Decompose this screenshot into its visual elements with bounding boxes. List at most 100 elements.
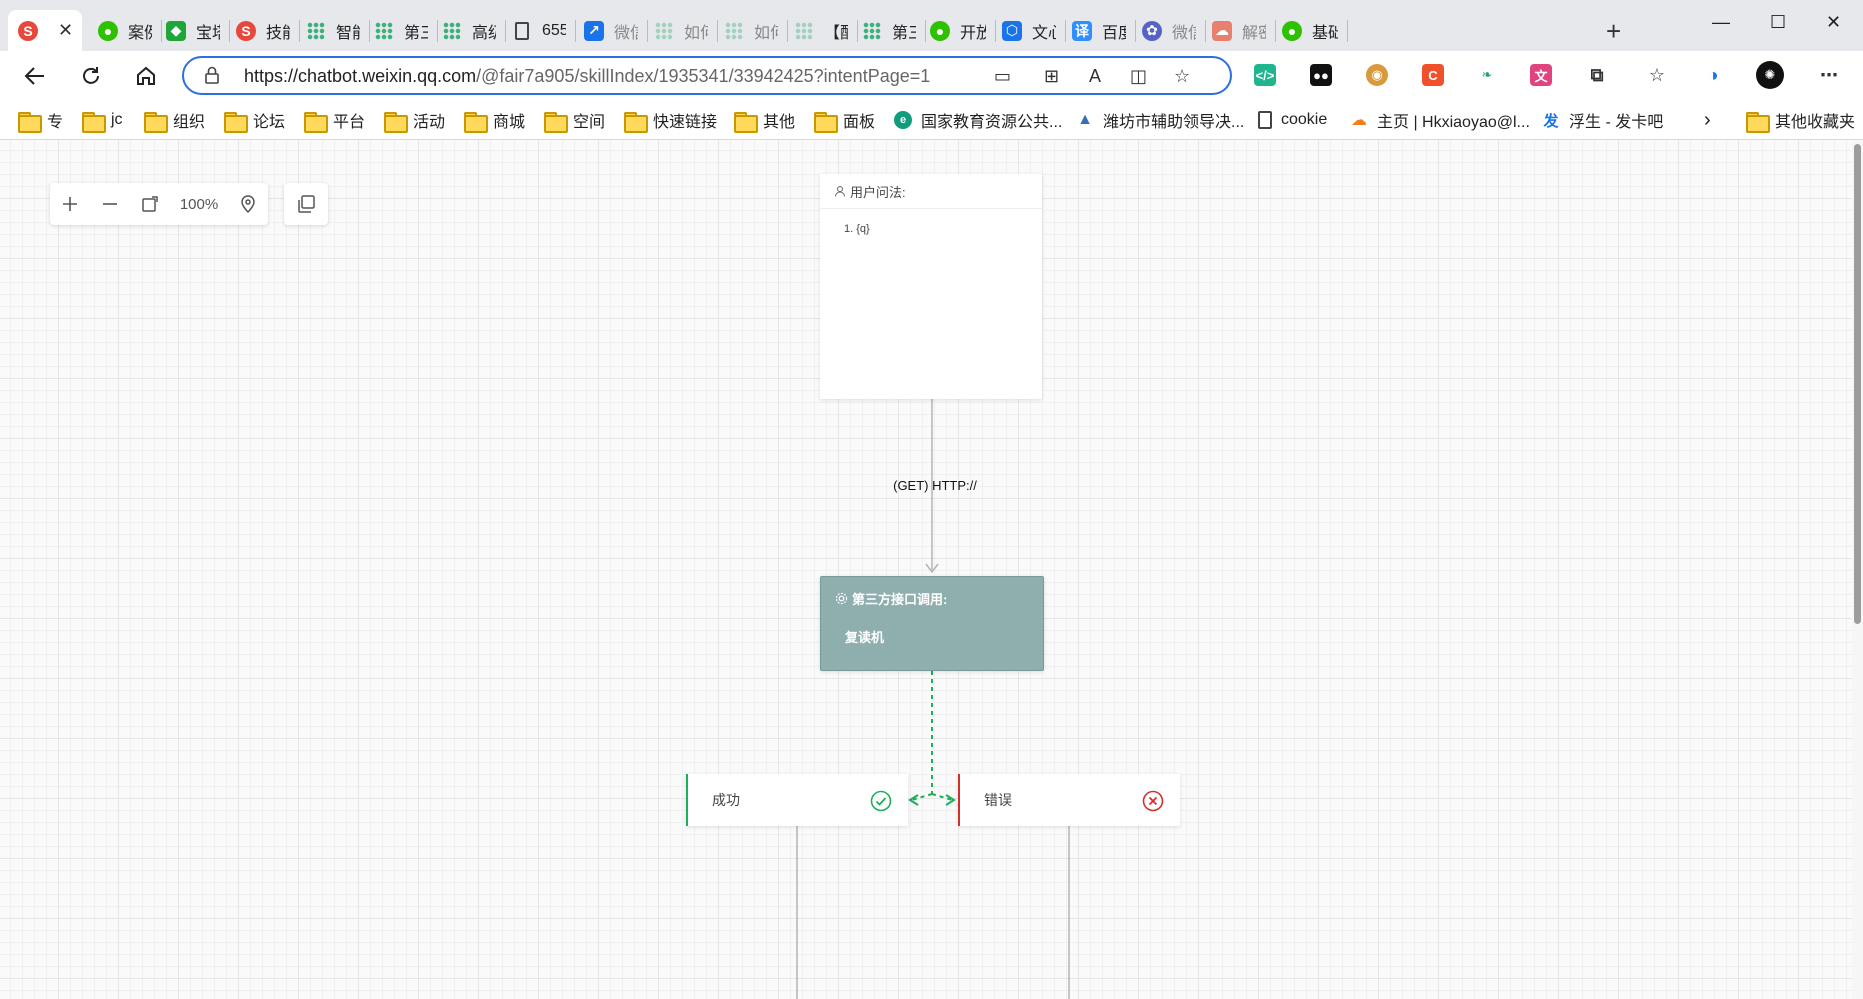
favorite-star-icon[interactable]: ☆ (1174, 66, 1190, 87)
apps-icon[interactable]: ⊞ (1044, 66, 1059, 87)
bookmark-folder[interactable]: 空间 (544, 108, 605, 133)
bookmark-site[interactable]: ▲ 潍坊市辅助领导决... (1076, 108, 1244, 132)
tab-skill[interactable]: S 技 ✕ (8, 10, 82, 51)
bookmark-site[interactable]: e 国家教育资源公共... (894, 108, 1062, 132)
back-button[interactable] (22, 63, 48, 89)
red-logo-icon: S (236, 20, 256, 41)
maximize-button[interactable]: ☐ (1770, 12, 1786, 33)
more-menu-icon[interactable]: ⋯ (1818, 64, 1840, 86)
tab-open[interactable]: ● 开放 (920, 10, 996, 51)
bookmark-folder[interactable]: 其他收藏夹 (1746, 108, 1855, 133)
weixin-icon: ● (1282, 20, 1302, 41)
bookmark-site[interactable]: 发浮生 - 发卡吧 (1542, 108, 1663, 132)
success-node[interactable]: 成功 (686, 774, 908, 826)
home-button[interactable] (133, 63, 159, 89)
question-list: 1. {q} (820, 209, 1042, 235)
avatar[interactable]: ✺ (1756, 61, 1784, 89)
fit-view-button[interactable] (130, 183, 170, 225)
tab-bt[interactable]: ◆ 宝塔 (156, 10, 230, 51)
close-tab-icon[interactable]: ✕ (58, 20, 73, 41)
tab-655m[interactable]: 655m (502, 10, 576, 51)
bookmark-folder[interactable]: 其他 (734, 108, 795, 133)
bookmarks-overflow-button[interactable]: › (1704, 108, 1711, 132)
bookmark-folder[interactable]: 快速链接 (624, 108, 718, 133)
url-text[interactable]: https://chatbot.weixin.qq.com/@fair7a905… (244, 66, 930, 87)
folder-icon (624, 112, 648, 133)
edge-collections-icon[interactable]: ◑ (1702, 64, 1724, 86)
copy-button[interactable] (284, 183, 328, 225)
close-window-button[interactable]: ✕ (1826, 12, 1841, 33)
bookmark-page[interactable]: cookie (1258, 108, 1327, 132)
bookmark-label: 主页 | Hkxiaoyao@l... (1377, 114, 1530, 131)
code-extension-icon[interactable]: </> (1254, 64, 1276, 86)
scrollbar-thumb[interactable] (1854, 144, 1861, 624)
puzzle-extensions-icon[interactable]: ⧉ (1586, 64, 1608, 86)
bookmark-folder[interactable]: jc (82, 108, 123, 133)
tab-baidu[interactable]: 译百度 (1062, 10, 1136, 51)
node-label: 成功 (712, 792, 740, 808)
flow-canvas[interactable]: 100% 用户问法: 1. {q} (GET) HTTP:// 第三方接口调用:… (0, 140, 1852, 999)
locate-button[interactable] (228, 183, 268, 225)
tab-decrypt[interactable]: ☁ 解密 (1202, 10, 1276, 51)
tab-wenxin[interactable]: ⬡ 文心 (992, 10, 1066, 51)
tab-label: 案例 (128, 24, 152, 42)
tab-smart[interactable]: 智能 (296, 10, 370, 51)
split-screen-icon[interactable]: ◫ (1130, 66, 1147, 87)
zoom-level: 100% (179, 195, 219, 213)
minimize-button[interactable]: — (1712, 12, 1730, 33)
c-extension-icon[interactable]: C (1422, 64, 1444, 86)
paw-icon: ✿ (1142, 20, 1162, 41)
zoom-in-button[interactable] (50, 183, 90, 225)
folder-icon (734, 112, 758, 133)
tab-weixin-2[interactable]: ✿ 微信 (1132, 10, 1206, 51)
tab-config[interactable]: 【配 (784, 10, 858, 51)
error-node[interactable]: 错误 (958, 774, 1180, 826)
bt-icon: ◆ (166, 20, 186, 41)
favorites-icon[interactable]: ☆ (1646, 64, 1668, 86)
bookmark-folder[interactable]: 平台 (304, 108, 365, 133)
bookmark-folder[interactable]: 组织 (144, 108, 205, 133)
address-bar[interactable]: https://chatbot.weixin.qq.com/@fair7a905… (182, 56, 1232, 95)
node-label: 错误 (984, 792, 1012, 808)
hex-icon: ⬡ (1002, 20, 1022, 41)
bookmark-site[interactable]: ☁ 主页 | Hkxiaoyao@l... (1350, 108, 1530, 132)
tab-weixin-doc[interactable]: ↗ 微信 (574, 10, 648, 51)
bookmark-folder[interactable]: 面板 (814, 108, 875, 133)
cookie-extension-icon[interactable]: ◉ (1366, 64, 1388, 86)
new-tab-button[interactable]: + (1606, 18, 1621, 44)
device-icon[interactable]: ▭ (994, 66, 1011, 87)
bookmark-folder[interactable]: 论坛 (224, 108, 285, 133)
tab-howto-2[interactable]: 如何 (714, 10, 788, 51)
read-aloud-icon[interactable]: A (1089, 66, 1101, 87)
tab-third[interactable]: 第三 (364, 10, 438, 51)
lock-icon[interactable] (204, 66, 220, 84)
tab-skill-2[interactable]: S 技能 (226, 10, 300, 51)
bookmark-folder[interactable]: 专 (18, 108, 63, 133)
folder-icon (82, 112, 106, 133)
tab-advanced[interactable]: 高级 (432, 10, 506, 51)
folder-icon (304, 112, 328, 133)
url-host: https://chatbot.weixin.qq.com (244, 66, 477, 86)
tab-label: 解密 (1242, 24, 1266, 42)
leaf-extension-icon[interactable]: ❧ (1476, 64, 1498, 86)
vertical-scrollbar[interactable] (1852, 140, 1863, 999)
api-call-node[interactable]: 第三方接口调用: 复读机 (820, 576, 1044, 671)
bookmark-label: 国家教育资源公共... (921, 114, 1063, 131)
tab-howto[interactable]: 如何 (644, 10, 718, 51)
bookmark-label: 快速链接 (653, 114, 718, 131)
document-icon (515, 21, 529, 40)
zoom-out-button[interactable] (90, 183, 130, 225)
robot-extension-icon[interactable]: ●● (1310, 64, 1332, 86)
tab-third-2[interactable]: 第三 (852, 10, 926, 51)
copy-icon (298, 195, 315, 213)
bookmark-folder[interactable]: 活动 (384, 108, 445, 133)
folder-icon (224, 112, 248, 133)
api-name: 复读机 (845, 630, 885, 645)
user-question-node[interactable]: 用户问法: 1. {q} (820, 174, 1042, 399)
question-item: 1. {q} (844, 223, 870, 235)
bookmark-folder[interactable]: 商城 (464, 108, 525, 133)
tab-basic[interactable]: ● 基础 (1272, 10, 1348, 51)
translate-extension-icon[interactable]: 文 (1530, 64, 1552, 86)
tab-case[interactable]: ● 案例 (88, 10, 162, 51)
refresh-button[interactable] (78, 63, 104, 89)
